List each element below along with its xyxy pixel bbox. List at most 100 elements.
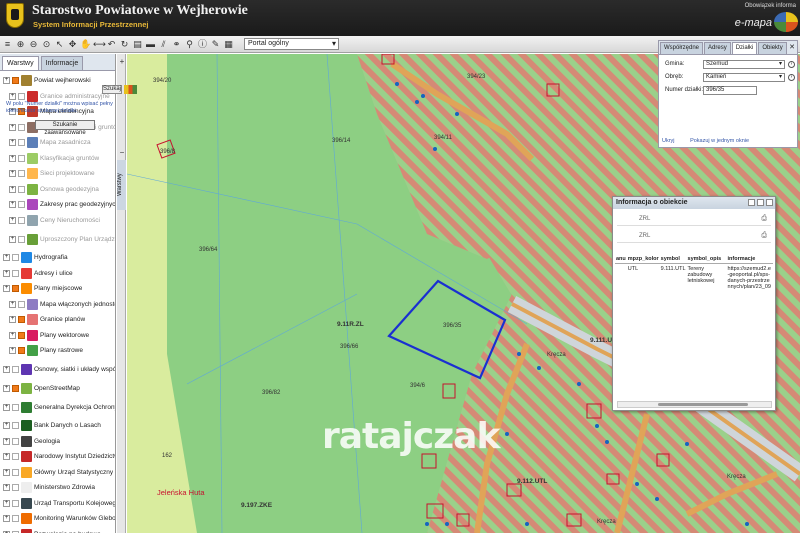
expand-icon[interactable]: +	[3, 77, 10, 85]
tab-adresy[interactable]: Adresy	[704, 42, 731, 54]
obreb-select[interactable]: Kamień	[703, 73, 785, 82]
expand-icon[interactable]: +	[3, 499, 10, 507]
pin-icon[interactable]: ⚲	[184, 39, 195, 50]
layer-checkbox[interactable]	[18, 170, 25, 178]
layer-checkbox[interactable]	[18, 347, 25, 355]
hide-link[interactable]: Ukryj	[662, 138, 675, 144]
tab-warstwy[interactable]: Warstwy	[2, 56, 39, 70]
expand-icon[interactable]: +	[3, 468, 10, 476]
layer-checkbox[interactable]	[18, 92, 25, 100]
obligation-link[interactable]: Obowiązek informa	[745, 3, 796, 9]
layer-checkbox[interactable]	[12, 366, 19, 373]
layer-checkbox[interactable]	[18, 123, 25, 131]
link-icon[interactable]: ⚭	[171, 39, 182, 50]
expand-icon[interactable]: +	[9, 216, 16, 224]
layer-row[interactable]: + Plany wektorowe	[0, 328, 115, 344]
expand-icon[interactable]: +	[3, 515, 10, 523]
info-layer-row[interactable]: ZRL ⎙	[617, 229, 771, 243]
parcel-number-input[interactable]: 396/35	[703, 86, 757, 95]
measure-icon[interactable]: ⟷	[93, 39, 106, 50]
layer-checkbox[interactable]	[12, 77, 19, 85]
layer-checkbox[interactable]	[12, 437, 19, 445]
close-icon[interactable]: ✕	[789, 43, 795, 51]
expand-icon[interactable]: +	[9, 347, 16, 355]
pan-icon[interactable]: ✥	[67, 39, 78, 50]
layer-row[interactable]: + Generalna Dyrekcja Ochrony Środowiska	[0, 396, 115, 418]
layer-row[interactable]: + Osnowy, siatki i układy współrzędnych	[0, 359, 115, 381]
info-layer-row[interactable]: ZRL ⎙	[617, 212, 771, 226]
print-icon[interactable]: ⎙	[747, 232, 767, 240]
layer-checkbox[interactable]	[12, 285, 19, 293]
layer-row[interactable]: + Główny Urząd Statystyczny	[0, 465, 115, 481]
edit-icon[interactable]: ✎	[210, 39, 221, 50]
layer-row[interactable]: + Mapa włączonych jednostek	[0, 297, 115, 313]
expand-icon[interactable]: +	[3, 269, 10, 277]
info-icon[interactable]: ⓘ	[197, 39, 208, 50]
expand-icon[interactable]: +	[3, 484, 10, 492]
hatch-icon[interactable]: ⫽	[158, 39, 169, 50]
layer-checkbox[interactable]	[18, 216, 25, 224]
tab-informacje[interactable]: Informacje	[40, 56, 84, 70]
layer-row[interactable]: + Sieci projektowane	[0, 166, 115, 182]
portal-select[interactable]: Portal ogólny	[244, 38, 339, 50]
layer-row[interactable]: + Ceny Nieruchomości	[0, 213, 115, 229]
color-swatch-icon[interactable]	[124, 85, 137, 94]
layer-row[interactable]: + Bank Danych o Lasach	[0, 418, 115, 434]
expand-icon[interactable]: +	[3, 384, 10, 392]
layer-row[interactable]: + Plany miejscowe	[0, 281, 115, 297]
expand-icon[interactable]: +	[3, 437, 10, 445]
select-icon[interactable]: ↖	[54, 39, 65, 50]
expand-icon[interactable]: +	[9, 92, 16, 100]
layer-row[interactable]: + Geologia	[0, 434, 115, 450]
gmina-select[interactable]: Szemud	[703, 60, 785, 69]
layer-checkbox[interactable]	[18, 300, 25, 308]
grid-icon[interactable]: ▦	[223, 39, 234, 50]
layer-row[interactable]: +Pozwolenia na budowę	[0, 527, 115, 533]
expand-icon[interactable]: +	[9, 185, 16, 193]
layer-checkbox[interactable]	[12, 422, 19, 430]
advanced-search-button[interactable]: Szukanie zaawansowane	[35, 120, 95, 136]
minimize-icon[interactable]	[748, 199, 755, 206]
layers-icon[interactable]: ≡	[2, 39, 13, 50]
expand-icon[interactable]: +	[9, 154, 16, 162]
layer-checkbox[interactable]	[12, 515, 19, 523]
layer-row[interactable]: + Mapa zasadnicza	[0, 135, 115, 151]
layer-row[interactable]: + Granice planów	[0, 312, 115, 328]
search-button[interactable]: Szukaj	[102, 85, 122, 94]
expand-icon[interactable]: +	[9, 331, 16, 339]
zoom-in-icon[interactable]: ⊕	[15, 39, 26, 50]
zoom-out-button[interactable]: −	[119, 148, 125, 157]
tab-wspolrzedne[interactable]: Współrzędne	[660, 42, 704, 54]
layer-row[interactable]: + OpenStreetMap	[0, 381, 115, 397]
gmina-go-icon[interactable]: ›	[788, 61, 795, 68]
print-icon[interactable]: ⎙	[747, 215, 767, 223]
close-window-icon[interactable]	[766, 199, 773, 206]
tab-dzialki[interactable]: Działki	[731, 42, 758, 54]
layer-checkbox[interactable]	[18, 154, 25, 162]
layer-checkbox[interactable]	[18, 185, 25, 193]
layer-row[interactable]: + Plany rastrowe	[0, 343, 115, 359]
refresh-icon[interactable]: ↻	[119, 39, 130, 50]
layer-row[interactable]: + Urząd Transportu Kolejowego	[0, 496, 115, 512]
expand-icon[interactable]: +	[9, 139, 16, 147]
layer-checkbox[interactable]	[12, 403, 19, 411]
zoom-extent-icon[interactable]: ⊙	[41, 39, 52, 50]
tab-obiekty[interactable]: Obiekty	[758, 42, 787, 54]
layer-row[interactable]: + Powiat wejherowski	[0, 73, 115, 89]
layer-checkbox[interactable]	[12, 269, 19, 277]
expand-icon[interactable]: +	[9, 300, 16, 308]
layer-row[interactable]: + Zakresy prac geodezyjnych	[0, 197, 115, 213]
expand-icon[interactable]: +	[9, 170, 16, 178]
layer-checkbox[interactable]	[12, 468, 19, 476]
layer-checkbox[interactable]	[18, 201, 25, 209]
obreb-go-icon[interactable]: ›	[788, 74, 795, 81]
layer-checkbox[interactable]	[18, 316, 25, 324]
vertical-tab-warstwy[interactable]: Warstwy	[117, 160, 126, 210]
expand-icon[interactable]: +	[3, 422, 10, 430]
horizontal-scrollbar[interactable]	[617, 401, 772, 408]
layer-checkbox[interactable]	[18, 331, 25, 339]
layer-row[interactable]: + Klasyfikacja gruntów	[0, 151, 115, 167]
zoom-out-icon[interactable]: ⊖	[28, 39, 39, 50]
undo-icon[interactable]: ↶	[106, 39, 117, 50]
expand-icon[interactable]: +	[9, 201, 16, 209]
